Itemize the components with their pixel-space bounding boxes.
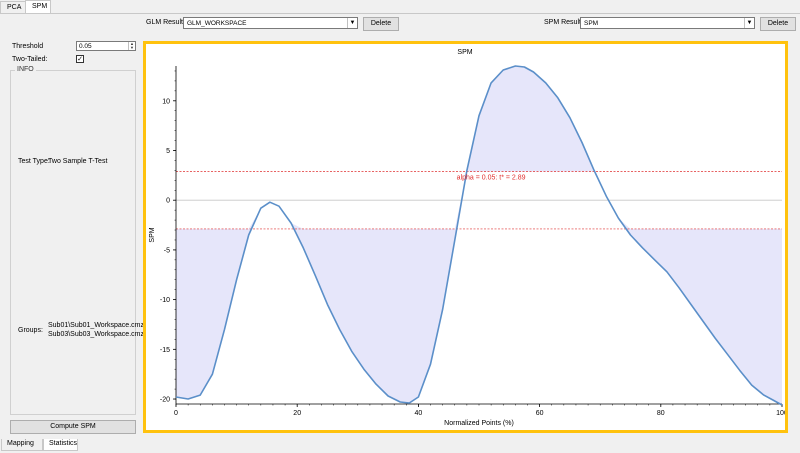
- glm-results-select[interactable]: GLM_WORKSPACE ▼: [183, 17, 358, 29]
- threshold-spinbox[interactable]: 0.05 ▲ ▼: [76, 41, 136, 51]
- two-tailed-label: Two-Tailed:: [12, 56, 48, 63]
- test-type-value: Two Sample T-Test: [48, 158, 108, 165]
- y-tick-label: -20: [160, 397, 170, 404]
- y-tick-label: -15: [160, 347, 170, 354]
- spm-results-select[interactable]: SPM ▼: [580, 17, 755, 29]
- info-group-title: INFO: [15, 66, 36, 73]
- chart-ylabel: SPM: [149, 227, 156, 242]
- checkmark-icon: ✓: [77, 56, 83, 63]
- spm-chart[interactable]: SPM SPM Normalized Points (%) 10 5 0 -5 -10 -…: [146, 44, 788, 430]
- two-tailed-checkbox[interactable]: ✓: [76, 55, 84, 63]
- test-type-label: Test Type:: [18, 158, 50, 165]
- y-tick-label: 10: [162, 98, 170, 105]
- chevron-down-icon[interactable]: ▼: [347, 18, 357, 28]
- plot-frame: SPM SPM Normalized Points (%) 10 5 0 -5 -10 -…: [143, 41, 788, 433]
- x-tick-label: 40: [415, 410, 423, 417]
- info-group: [10, 70, 136, 415]
- tab-spm[interactable]: SPM: [25, 0, 51, 14]
- x-tick-label: 20: [293, 410, 301, 417]
- x-tick-label: 100: [776, 410, 785, 417]
- spm-delete-button[interactable]: Delete: [760, 17, 796, 31]
- y-tick-label: -5: [164, 247, 170, 254]
- threshold-annotation: alpha = 0.05: t* = 2.89: [457, 174, 526, 181]
- tab-mapping[interactable]: Mapping: [1, 439, 43, 451]
- threshold-label: Threshold: [12, 43, 44, 50]
- tab-statistics[interactable]: Statistics: [43, 439, 78, 451]
- glm-results-value: GLM_WORKSPACE: [187, 20, 247, 27]
- spin-arrows-icon[interactable]: ▲ ▼: [128, 42, 135, 50]
- threshold-value: 0.05: [79, 43, 92, 50]
- spm-results-value: SPM: [584, 20, 599, 27]
- tab-bar-divider: [0, 13, 800, 14]
- chart-title: SPM: [457, 49, 472, 56]
- x-tick-label: 80: [657, 410, 665, 417]
- chart-xlabel: Normalized Points (%): [444, 420, 514, 427]
- chevron-down-icon[interactable]: ▼: [744, 18, 754, 28]
- y-tick-label: 0: [166, 198, 170, 205]
- groups-value-1: Sub01\Sub01_Workspace.cmz\: [48, 322, 146, 329]
- y-tick-label: -10: [160, 297, 170, 304]
- groups-label: Groups:: [18, 327, 43, 334]
- x-tick-label: 0: [174, 410, 178, 417]
- y-tick-label: 5: [166, 148, 170, 155]
- compute-spm-button[interactable]: Compute SPM: [10, 420, 136, 434]
- groups-value-2: Sub03\Sub03_Workspace.cmz\: [48, 331, 146, 338]
- x-tick-label: 60: [536, 410, 544, 417]
- glm-delete-button[interactable]: Delete: [363, 17, 399, 31]
